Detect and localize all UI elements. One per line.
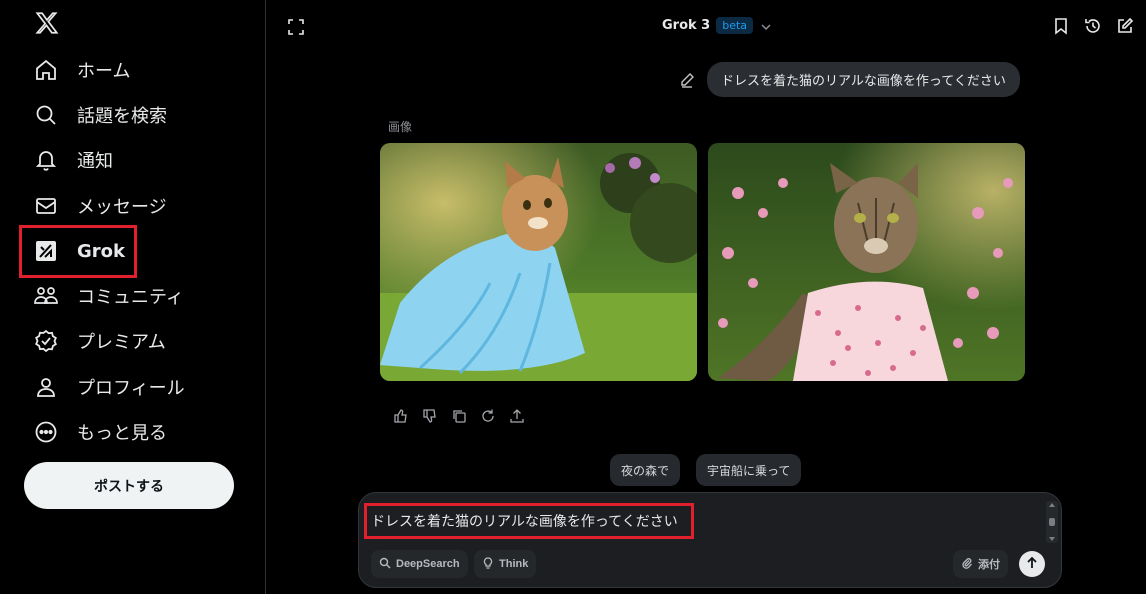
deepsearch-label: DeepSearch — [396, 558, 460, 570]
nav-communities-label: コミュニティ — [77, 287, 184, 308]
top-right-actions — [1052, 17, 1134, 35]
images-label: 画像 — [388, 120, 413, 134]
suggestion-chip-night-forest[interactable]: 夜の森で — [610, 454, 681, 486]
paperclip-icon — [961, 557, 973, 572]
suggestion-chips: 夜の森で 宇宙船に乗って — [610, 454, 802, 486]
nav-more[interactable]: もっと見る — [33, 414, 167, 450]
new-chat-icon[interactable] — [1116, 17, 1134, 35]
nav-search[interactable]: 話題を検索 — [33, 97, 167, 133]
generated-image-blue-dress[interactable] — [380, 143, 697, 381]
community-icon — [33, 283, 59, 309]
home-icon — [33, 57, 59, 83]
search-icon — [33, 102, 59, 128]
mail-icon — [33, 193, 59, 219]
composer: ドレスを着た猫のリアルな画像を作ってください DeepSearch Think … — [358, 492, 1062, 588]
grok-main: Grok 3 beta ドレスを着た猫のリアルな画像を作ってください 画像 夜の… — [267, 0, 1146, 594]
thumbs-up-icon[interactable] — [393, 408, 409, 424]
regenerate-icon[interactable] — [480, 408, 496, 424]
nav-notifications-label: 通知 — [77, 151, 113, 172]
share-icon[interactable] — [509, 408, 525, 424]
think-label: Think — [499, 558, 529, 570]
model-name: Grok 3 — [662, 18, 711, 33]
nav-messages[interactable]: メッセージ — [33, 188, 167, 224]
edit-icon[interactable] — [679, 72, 695, 88]
profile-icon — [33, 374, 59, 400]
lightbulb-icon — [482, 556, 494, 572]
think-button[interactable]: Think — [474, 550, 537, 578]
nav-premium[interactable]: プレミアム — [33, 323, 166, 359]
bell-icon — [33, 147, 59, 173]
user-message-bubble: ドレスを着た猫のリアルな画像を作ってください — [707, 62, 1020, 97]
nav-messages-label: メッセージ — [77, 197, 167, 218]
nav-more-label: もっと見る — [77, 423, 167, 444]
nav-communities[interactable]: コミュニティ — [33, 278, 184, 314]
suggestion-chip-spaceship[interactable]: 宇宙船に乗って — [696, 454, 802, 486]
generated-image-floral-dress[interactable] — [708, 143, 1025, 381]
model-selector[interactable]: Grok 3 beta — [662, 17, 773, 34]
search-icon — [379, 557, 391, 572]
nav-search-label: 話題を検索 — [77, 106, 167, 127]
nav-premium-label: プレミアム — [77, 332, 166, 353]
attach-button[interactable]: 添付 — [953, 550, 1008, 578]
post-button[interactable]: ポストする — [24, 462, 234, 509]
x-logo-icon[interactable] — [34, 10, 60, 36]
expand-icon[interactable] — [287, 18, 305, 36]
response-actions — [393, 408, 525, 424]
bookmark-icon[interactable] — [1052, 17, 1070, 35]
nav-profile[interactable]: プロフィール — [33, 369, 185, 405]
send-button[interactable] — [1019, 551, 1045, 577]
grok-highlight-box — [19, 225, 137, 278]
copy-icon[interactable] — [451, 408, 467, 424]
composer-highlight-box — [364, 503, 694, 539]
arrow-up-icon — [1025, 556, 1039, 573]
nav-notifications[interactable]: 通知 — [33, 142, 113, 178]
nav-home[interactable]: ホーム — [33, 52, 130, 88]
more-icon — [33, 419, 59, 445]
nav-home-label: ホーム — [77, 61, 131, 82]
user-message-row: ドレスを着た猫のリアルな画像を作ってください — [679, 62, 1020, 97]
beta-badge: beta — [716, 17, 754, 34]
composer-scrollbar[interactable] — [1046, 501, 1058, 543]
thumbs-down-icon[interactable] — [422, 408, 438, 424]
attach-label: 添付 — [978, 559, 1000, 571]
chevron-down-icon — [759, 19, 773, 33]
sidebar: ホーム 話題を検索 通知 メッセージ Grok コミュニティ プレミアム プロフ… — [0, 0, 266, 594]
deepsearch-button[interactable]: DeepSearch — [371, 550, 468, 578]
history-icon[interactable] — [1084, 17, 1102, 35]
nav-profile-label: プロフィール — [77, 378, 185, 399]
verified-icon — [33, 328, 59, 354]
